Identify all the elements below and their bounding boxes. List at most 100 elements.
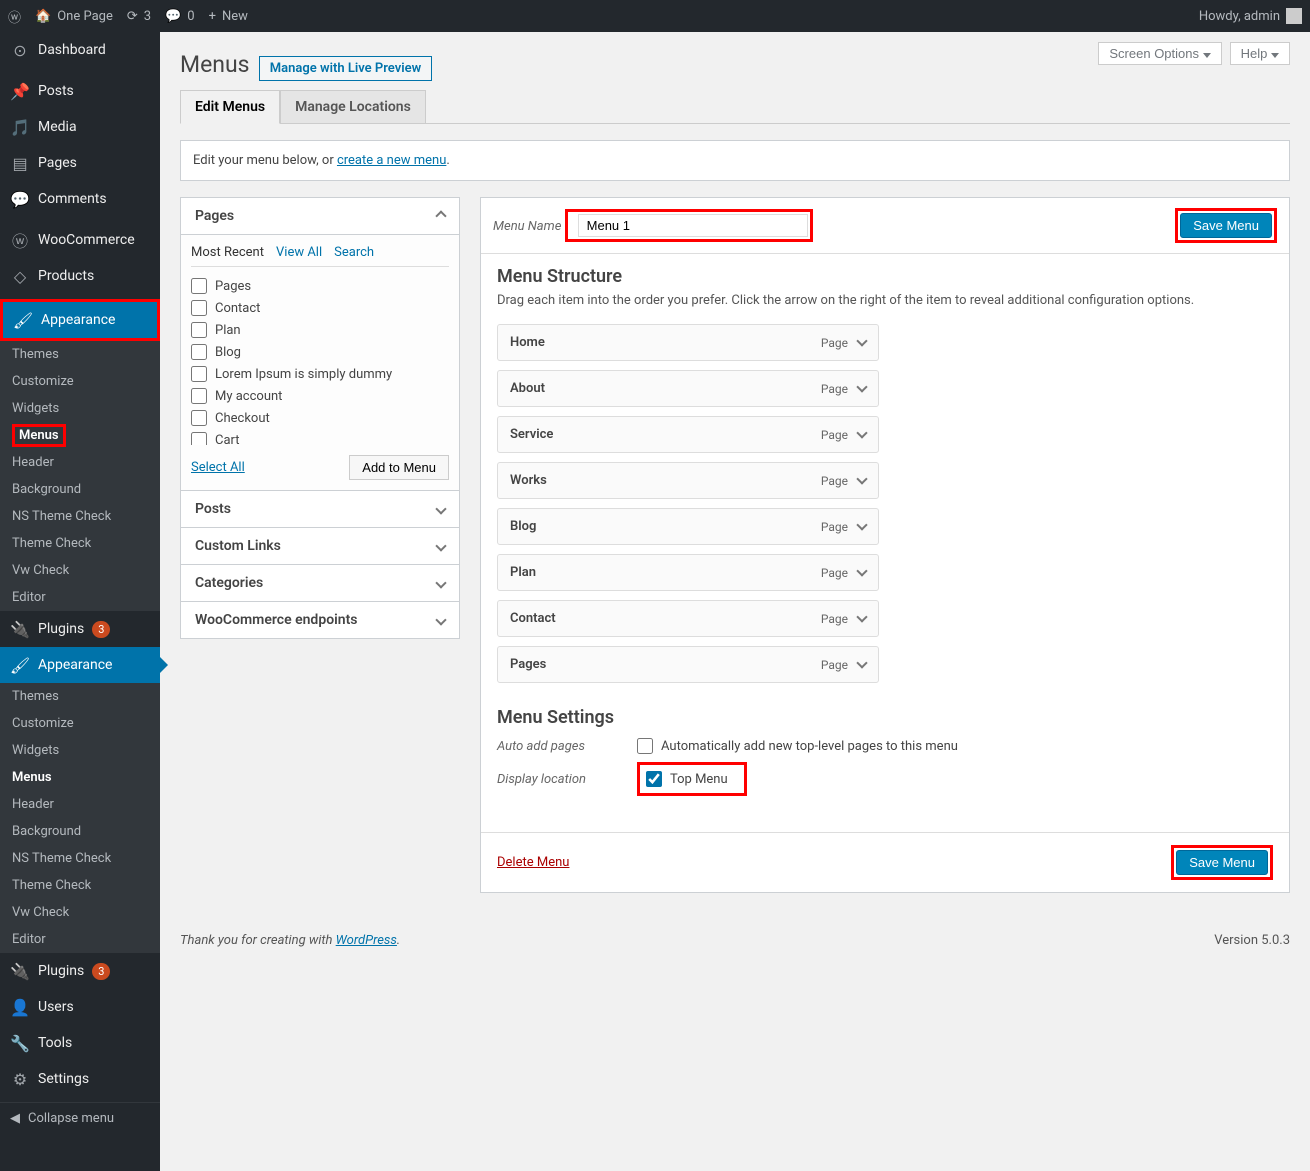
chevron-down-icon[interactable]	[858, 613, 866, 624]
check-checkout[interactable]	[191, 410, 207, 426]
wrench-icon: 🔧	[10, 1033, 30, 1053]
chevron-down-icon[interactable]	[858, 475, 866, 486]
sidebar-products[interactable]: ◇Products	[0, 258, 160, 294]
tab-manage-locations[interactable]: Manage Locations	[280, 90, 426, 123]
sidebar-tools[interactable]: 🔧Tools	[0, 1025, 160, 1061]
chevron-down-icon	[435, 540, 446, 551]
sub-menus[interactable]: Menus	[0, 422, 160, 449]
check-lorem[interactable]	[191, 366, 207, 382]
sidebar-appearance-2[interactable]: 🖌Appearance	[0, 647, 160, 683]
create-menu-link[interactable]: create a new menu	[337, 153, 446, 168]
sub2-editor[interactable]: Editor	[0, 926, 160, 953]
sub2-customize[interactable]: Customize	[0, 710, 160, 737]
save-menu-button-bottom[interactable]: Save Menu	[1176, 850, 1268, 875]
chevron-down-icon[interactable]	[858, 521, 866, 532]
sidebar-pages[interactable]: ▤Pages	[0, 145, 160, 181]
new-link[interactable]: +New	[209, 9, 248, 24]
check-plan[interactable]	[191, 322, 207, 338]
chevron-down-icon[interactable]	[858, 337, 866, 348]
screen-options-button[interactable]: Screen Options	[1098, 42, 1221, 65]
menu-item[interactable]: HomePage	[497, 324, 879, 361]
sub2-header[interactable]: Header	[0, 791, 160, 818]
site-link[interactable]: 🏠One Page	[35, 9, 113, 24]
sidebar-woocommerce[interactable]: ⓦWooCommerce	[0, 222, 160, 258]
sub-header[interactable]: Header	[0, 449, 160, 476]
updates-link[interactable]: ⟳3	[127, 9, 151, 24]
sidebar-appearance[interactable]: 🖌Appearance	[0, 299, 160, 341]
menu-item[interactable]: PlanPage	[497, 554, 879, 591]
menu-item-title: Contact	[510, 611, 556, 626]
brush-icon: 🖌	[13, 310, 33, 330]
tab-search[interactable]: Search	[334, 245, 374, 260]
wp-logo[interactable]: ⓦ	[8, 7, 21, 26]
tab-most-recent[interactable]: Most Recent	[191, 245, 264, 260]
sub-ns-theme-check[interactable]: NS Theme Check	[0, 503, 160, 530]
pages-accordion-head[interactable]: Pages	[180, 197, 460, 235]
comments-link[interactable]: 💬0	[165, 9, 195, 24]
posts-accordion-head[interactable]: Posts	[180, 491, 460, 528]
add-to-menu-button[interactable]: Add to Menu	[349, 455, 449, 480]
check-pages[interactable]	[191, 278, 207, 294]
sub-themes[interactable]: Themes	[0, 341, 160, 368]
sidebar-comments[interactable]: 💬Comments	[0, 181, 160, 217]
sub2-widgets[interactable]: Widgets	[0, 737, 160, 764]
check-blog[interactable]	[191, 344, 207, 360]
howdy-link[interactable]: Howdy, admin	[1199, 8, 1302, 24]
sub-vw-check[interactable]: Vw Check	[0, 557, 160, 584]
sub-theme-check[interactable]: Theme Check	[0, 530, 160, 557]
select-all-link[interactable]: Select All	[191, 460, 245, 475]
pages-checklist[interactable]: Pages Contact Plan Blog Lorem Ipsum is s…	[191, 275, 449, 445]
menu-item[interactable]: WorksPage	[497, 462, 879, 499]
menu-item-title: Works	[510, 473, 547, 488]
live-preview-button[interactable]: Manage with Live Preview	[259, 56, 432, 81]
menu-item[interactable]: Contact Page	[497, 600, 879, 637]
save-menu-button-top[interactable]: Save Menu	[1180, 213, 1272, 238]
menu-name-input[interactable]	[578, 214, 808, 237]
sub2-themes[interactable]: Themes	[0, 683, 160, 710]
menu-item[interactable]: BlogPage	[497, 508, 879, 545]
customlinks-accordion-head[interactable]: Custom Links	[180, 528, 460, 565]
top-menu-checkbox[interactable]	[646, 771, 662, 787]
categories-accordion-head[interactable]: Categories	[180, 565, 460, 602]
auto-add-checkbox[interactable]	[637, 738, 653, 754]
chevron-down-icon[interactable]	[858, 383, 866, 394]
tab-view-all[interactable]: View All	[276, 245, 322, 260]
sub2-background[interactable]: Background	[0, 818, 160, 845]
help-button[interactable]: Help	[1230, 42, 1290, 65]
page-title: Menus	[180, 42, 250, 82]
sidebar-plugins[interactable]: 🔌Plugins 3	[0, 611, 160, 647]
woo-accordion-head[interactable]: WooCommerce endpoints	[180, 602, 460, 639]
chevron-down-icon[interactable]	[858, 429, 866, 440]
sidebar-settings[interactable]: ⚙Settings	[0, 1061, 160, 1097]
collapse-menu[interactable]: ◀Collapse menu	[0, 1102, 160, 1134]
menu-item-type: Page	[821, 612, 848, 626]
sub2-theme-check[interactable]: Theme Check	[0, 872, 160, 899]
tab-edit-menus[interactable]: Edit Menus	[180, 90, 280, 124]
sub-editor[interactable]: Editor	[0, 584, 160, 611]
menu-item[interactable]: AboutPage	[497, 370, 879, 407]
sub-background[interactable]: Background	[0, 476, 160, 503]
appearance-submenu-2: Themes Customize Widgets Menus Header Ba…	[0, 683, 160, 953]
check-contact[interactable]	[191, 300, 207, 316]
sub2-ns-theme-check[interactable]: NS Theme Check	[0, 845, 160, 872]
chevron-down-icon[interactable]	[858, 659, 866, 670]
top-menu-check-label[interactable]: Top Menu	[646, 771, 728, 787]
sub2-vw-check[interactable]: Vw Check	[0, 899, 160, 926]
sidebar-users[interactable]: 👤Users	[0, 989, 160, 1025]
sidebar-dashboard[interactable]: ⊙Dashboard	[0, 32, 160, 68]
check-myaccount[interactable]	[191, 388, 207, 404]
sidebar-plugins-2[interactable]: 🔌Plugins 3	[0, 953, 160, 989]
delete-menu-link[interactable]: Delete Menu	[497, 855, 569, 870]
sub-customize[interactable]: Customize	[0, 368, 160, 395]
sidebar-posts[interactable]: 📌Posts	[0, 73, 160, 109]
comment-icon: 💬	[165, 9, 181, 24]
auto-add-check-label[interactable]: Automatically add new top-level pages to…	[637, 738, 958, 754]
sub2-menus[interactable]: Menus	[0, 764, 160, 791]
menu-item[interactable]: ServicePage	[497, 416, 879, 453]
check-cart[interactable]	[191, 432, 207, 445]
sub-widgets[interactable]: Widgets	[0, 395, 160, 422]
menu-item[interactable]: PagesPage	[497, 646, 879, 683]
sidebar-media[interactable]: 🎵Media	[0, 109, 160, 145]
wordpress-link[interactable]: WordPress	[336, 933, 397, 948]
chevron-down-icon[interactable]	[858, 567, 866, 578]
